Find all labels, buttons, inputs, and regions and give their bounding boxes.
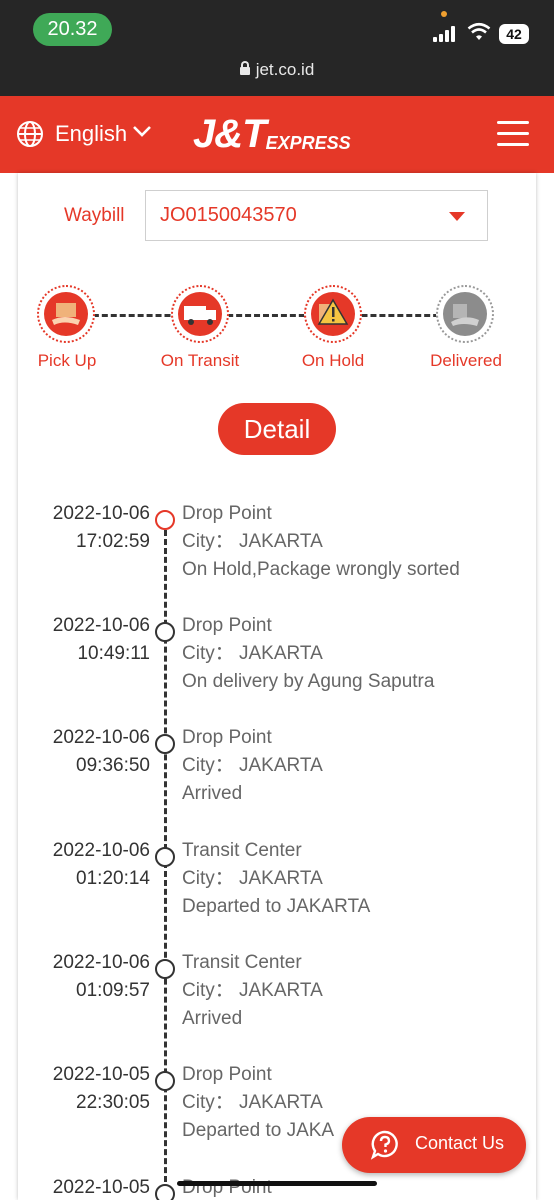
step-pickup: [37, 285, 95, 343]
contact-us-label: Contact Us: [415, 1133, 505, 1153]
site-header: English J&TEXPRESS: [0, 96, 554, 173]
jt-express-logo[interactable]: J&TEXPRESS: [193, 112, 351, 156]
url-bar[interactable]: jet.co.id: [0, 60, 554, 80]
timeline-date: 2022-10-05: [52, 1177, 150, 1198]
timeline-city: City： JAKARTA: [182, 1092, 323, 1113]
timeline-status: On Hold,Package wrongly sorted: [182, 559, 460, 580]
step-delivered: [436, 285, 494, 343]
timeline-city: City： JAKARTA: [182, 755, 323, 776]
truck-icon: [184, 306, 216, 325]
timeline-date: 2022-10-05: [52, 1064, 150, 1085]
timeline-location: Drop Point: [182, 1177, 272, 1198]
cellular-signal-icon: [433, 26, 459, 42]
timeline-dot: [155, 1071, 175, 1091]
waybill-label: Waybill: [64, 205, 125, 226]
delivered-icon: [451, 304, 479, 326]
caret-down-icon: [449, 212, 465, 221]
timeline-datetime: 2022-10-05 22:30:05: [30, 1061, 150, 1117]
timeline-status: Departed to JAKA: [182, 1120, 335, 1141]
timeline-dot-current: [155, 510, 175, 530]
timeline-details: Drop Point City： JAKARTA On Hold,Package w…: [182, 500, 460, 584]
timeline-date: 2022-10-06: [52, 952, 150, 973]
timeline-location: Drop Point: [182, 727, 272, 748]
timeline-dot: [155, 1184, 175, 1200]
logo-main-text: J&T: [193, 112, 267, 156]
timeline-details: Drop Point City： JAKARTA Arrived: [182, 724, 323, 808]
timeline-datetime: 2022-10-06 01:09:57: [30, 949, 150, 1005]
timeline-datetime: 2022-10-05: [30, 1174, 150, 1200]
step-on-hold: [304, 285, 362, 343]
url-domain: jet.co.id: [255, 60, 315, 79]
timeline-details: Transit Center City： JAKARTA Departed to J…: [182, 837, 370, 921]
timeline-city: City： JAKARTA: [182, 868, 323, 889]
detail-button[interactable]: Detail: [218, 403, 336, 455]
step-on-transit: [171, 285, 229, 343]
globe-icon[interactable]: [16, 120, 44, 148]
wifi-icon: [467, 22, 491, 40]
logo-sub-text: EXPRESS: [265, 133, 351, 153]
contact-us-button[interactable]: Contact Us: [342, 1117, 526, 1173]
lock-icon: [239, 61, 250, 75]
timeline-status: Arrived: [182, 1008, 243, 1029]
timeline-location: Drop Point: [182, 503, 272, 524]
question-bubble-icon: [370, 1130, 398, 1160]
step-label-delivered: Delivered: [430, 351, 502, 370]
timeline-row: 2022-10-06 01:20:14 Transit Center City： J…: [0, 837, 554, 949]
timeline-row: 2022-10-06 01:09:57 Transit Center City： J…: [0, 949, 554, 1061]
warning-icon: [317, 298, 349, 325]
chevron-down-icon[interactable]: [132, 124, 152, 138]
timeline-details: Drop Point City： JAKARTA Departed to JAKA: [182, 1061, 334, 1145]
waybill-select[interactable]: JO0150043570: [145, 190, 488, 241]
timeline-status: On delivery by Agung Saputra: [182, 671, 435, 692]
home-indicator: [177, 1181, 377, 1186]
pickup-icon: [52, 303, 80, 325]
hamburger-menu-icon[interactable]: [497, 121, 529, 147]
progress-dashed-line: [66, 314, 466, 317]
timeline-status: Departed to JAKARTA: [182, 896, 371, 917]
step-label-pickup: Pick Up: [37, 351, 97, 370]
timeline-dot: [155, 847, 175, 867]
timeline-location: Drop Point: [182, 615, 272, 636]
timeline-dot: [155, 734, 175, 754]
waybill-value: JO0150043570: [160, 204, 297, 226]
timeline-time: 01:20:14: [76, 868, 150, 889]
timeline-row: 2022-10-06 17:02:59 Drop Point City： JAKAR…: [0, 500, 554, 612]
timeline-city: City： JAKARTA: [182, 980, 323, 1001]
step-label-on-transit: On Transit: [160, 351, 240, 370]
timeline-dot: [155, 959, 175, 979]
timeline-dot: [155, 622, 175, 642]
mic-indicator-icon: [441, 11, 447, 17]
battery-indicator: 42: [499, 24, 529, 44]
language-selector[interactable]: English: [55, 120, 127, 148]
timeline-row: 2022-10-06 10:49:11 Drop Point City： JAKAR…: [0, 612, 554, 724]
timeline-time: 10:49:11: [77, 643, 150, 664]
timeline-time: 17:02:59: [76, 531, 150, 552]
timeline-details: Drop Point: [182, 1174, 272, 1200]
timeline-datetime: 2022-10-06 10:49:11: [30, 612, 150, 668]
timeline-date: 2022-10-06: [52, 503, 150, 524]
status-time: 20.32: [33, 13, 112, 46]
timeline-datetime: 2022-10-06 01:20:14: [30, 837, 150, 893]
timeline-details: Transit Center City： JAKARTA Arrived: [182, 949, 323, 1033]
timeline-status: Arrived: [182, 783, 243, 804]
timeline-date: 2022-10-06: [52, 727, 150, 748]
timeline-location: Drop Point: [182, 1064, 272, 1085]
timeline-time: 22:30:05: [76, 1092, 150, 1113]
timeline-location: Transit Center: [182, 840, 302, 861]
browser-chrome: 20.32 42 jet.co.id: [0, 0, 554, 96]
timeline-datetime: 2022-10-06 17:02:59: [30, 500, 150, 556]
timeline-date: 2022-10-06: [52, 615, 150, 636]
timeline-row: 2022-10-06 09:36:50 Drop Point City： JAKAR…: [0, 724, 554, 836]
timeline-date: 2022-10-06: [52, 840, 150, 861]
timeline-city: City： JAKARTA: [182, 643, 323, 664]
timeline-details: Drop Point City： JAKARTA On delivery by Ag…: [182, 612, 434, 696]
timeline-time: 01:09:57: [76, 980, 150, 1001]
timeline-time: 09:36:50: [76, 755, 150, 776]
timeline-datetime: 2022-10-06 09:36:50: [30, 724, 150, 780]
timeline-city: City： JAKARTA: [182, 531, 323, 552]
timeline-row: 2022-10-05 Drop Point: [0, 1174, 554, 1200]
timeline-location: Transit Center: [182, 952, 302, 973]
step-label-on-hold: On Hold: [301, 351, 365, 370]
